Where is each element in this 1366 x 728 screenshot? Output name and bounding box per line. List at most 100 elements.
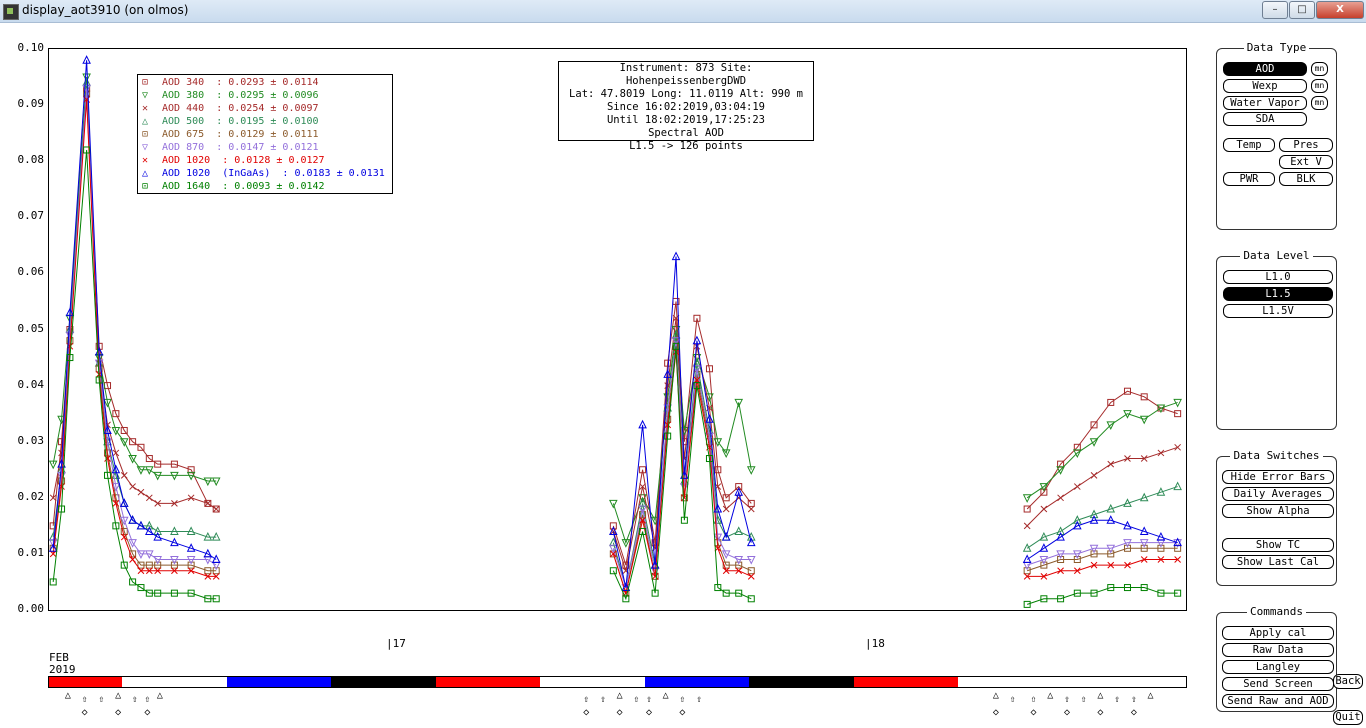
close-button[interactable]: X	[1316, 1, 1364, 19]
window-title: display_aot3910 (on olmos)	[22, 3, 189, 17]
legend-entry: ⊡ AOD 675 : 0.0129 ± 0.0111	[142, 129, 319, 142]
info-until: Until 18:02:2019,17:25:23	[606, 114, 766, 126]
time-marker-diamond: ◇	[81, 707, 88, 718]
time-segment	[749, 677, 854, 687]
show-alpha-button[interactable]: Show Alpha	[1222, 504, 1334, 518]
year-label: 2019	[49, 663, 76, 676]
data-point	[1023, 522, 1031, 530]
time-marker: ⇧	[679, 694, 686, 705]
title-bar: display_aot3910 (on olmos) – □ X	[0, 0, 1366, 23]
send-screen-button[interactable]: Send Screen	[1222, 677, 1334, 691]
legend-entry: ▽ AOD 380 : 0.0295 ± 0.0096	[142, 90, 319, 103]
y-tick-label: 0.02	[17, 489, 45, 503]
l15v-button[interactable]: L1.5V	[1223, 304, 1333, 318]
legend-stat: : 0.0293 ± 0.0114	[204, 77, 319, 88]
water-vapor-button[interactable]: Water Vapor	[1223, 96, 1307, 110]
time-segment	[540, 677, 645, 687]
data-switches-panel: Data Switches Hide Error Bars Daily Aver…	[1216, 449, 1337, 586]
data-point	[1157, 449, 1165, 457]
data-point	[1040, 505, 1048, 513]
legend-label: AOD 500	[162, 116, 205, 127]
temp-button[interactable]: Temp	[1223, 138, 1275, 152]
series-line	[1026, 486, 1178, 549]
raw-data-button[interactable]: Raw Data	[1222, 643, 1334, 657]
legend-label: AOD 1020 (InGaAs)	[162, 168, 271, 179]
commands-title: Commands	[1247, 605, 1306, 618]
apply-cal-button[interactable]: Apply cal	[1222, 626, 1334, 640]
ext-v-button[interactable]: Ext V	[1279, 155, 1333, 169]
minimize-button[interactable]: –	[1262, 1, 1288, 19]
legend-label: AOD 380	[162, 90, 205, 101]
langley-button[interactable]: Langley	[1222, 660, 1334, 674]
legend-symbol: ▽	[142, 90, 149, 101]
day-label-17: |17	[386, 637, 406, 650]
wexp-mn-button[interactable]: mn	[1311, 79, 1328, 93]
y-tick-label: 0.10	[17, 41, 45, 54]
time-marker: △	[616, 690, 623, 701]
aod-mn-button[interactable]: mn	[1311, 62, 1328, 76]
send-raw-and-aod-button[interactable]: Send Raw and AOD	[1222, 694, 1334, 708]
time-marker: △	[156, 690, 163, 701]
wexp-button[interactable]: Wexp	[1223, 79, 1307, 93]
time-marker: ⇧	[696, 694, 703, 705]
legend-stat: : 0.0129 ± 0.0111	[204, 129, 319, 140]
daily-averages-button[interactable]: Daily Averages	[1222, 487, 1334, 501]
y-tick-label: 0.04	[17, 377, 45, 391]
data-point	[1022, 494, 1032, 503]
data-point	[212, 505, 220, 513]
legend-stat: : 0.0183 ± 0.0131	[270, 168, 385, 179]
legend-label: AOD 1020	[162, 155, 211, 166]
time-segment	[435, 677, 541, 687]
time-marker-diamond: ◇	[679, 707, 686, 718]
legend-label: AOD 1640	[162, 181, 211, 192]
quit-button[interactable]: Quit	[1333, 710, 1363, 725]
time-segment	[958, 677, 1040, 687]
maximize-button[interactable]: □	[1289, 1, 1315, 19]
blk-button[interactable]: BLK	[1279, 172, 1333, 186]
legend-label: AOD 870	[162, 142, 205, 153]
data-type-panel: Data Type AOD mn Wexp mn Water Vapor mn …	[1216, 41, 1337, 230]
data-level-panel: Data Level L1.0 L1.5 L1.5V	[1216, 249, 1337, 430]
series-line	[1027, 559, 1178, 577]
info-type: Spectral AOD	[648, 127, 724, 139]
legend-symbol: ▽	[142, 142, 149, 153]
data-point	[129, 483, 136, 490]
time-marker-diamond: ◇	[1063, 707, 1070, 718]
time-segment	[49, 677, 123, 687]
y-tick-label: 0.08	[17, 153, 45, 167]
time-marker: ⇧	[1114, 694, 1121, 705]
back-button[interactable]: Back	[1333, 674, 1363, 689]
sda-button[interactable]: SDA	[1223, 112, 1307, 126]
data-point	[1090, 472, 1098, 479]
time-marker-diamond: ◇	[1097, 707, 1104, 718]
pres-button[interactable]: Pres	[1279, 138, 1333, 152]
time-marker-diamond: ◇	[583, 707, 590, 718]
time-marker-diamond: ◇	[144, 707, 151, 718]
legend-stat: : 0.0254 ± 0.0097	[204, 103, 319, 114]
legend-symbol: △	[142, 168, 149, 179]
legend-stat: : 0.0195 ± 0.0100	[204, 116, 319, 127]
hide-error-bars-button[interactable]: Hide Error Bars	[1222, 470, 1334, 484]
time-segment	[226, 677, 332, 687]
time-marker: ⇧	[599, 694, 606, 705]
l10-button[interactable]: L1.0	[1223, 270, 1333, 284]
legend-label: AOD 675	[162, 129, 205, 140]
time-marker-diamond: ◇	[115, 707, 122, 718]
show-last-cal-button[interactable]: Show Last Cal	[1222, 555, 1334, 569]
time-marker: △	[662, 690, 669, 701]
legend-symbol: ⊡	[142, 77, 149, 88]
day-label-18: |18	[865, 637, 885, 650]
data-point	[120, 472, 128, 479]
show-tc-button[interactable]: Show TC	[1222, 538, 1334, 552]
legend-symbol: ✕	[142, 103, 149, 114]
time-marker-diamond: ◇	[616, 707, 623, 718]
time-marker: ⇧	[98, 694, 105, 705]
time-segment	[644, 677, 750, 687]
pwr-button[interactable]: PWR	[1223, 172, 1275, 186]
legend-entry: △ AOD 1020 (InGaAs) : 0.0183 ± 0.0131	[142, 168, 385, 181]
water-vapor-mn-button[interactable]: mn	[1311, 96, 1328, 110]
data-point	[747, 505, 755, 513]
aod-button[interactable]: AOD	[1223, 62, 1307, 76]
l15-button[interactable]: L1.5	[1223, 287, 1333, 301]
data-point	[187, 494, 195, 502]
